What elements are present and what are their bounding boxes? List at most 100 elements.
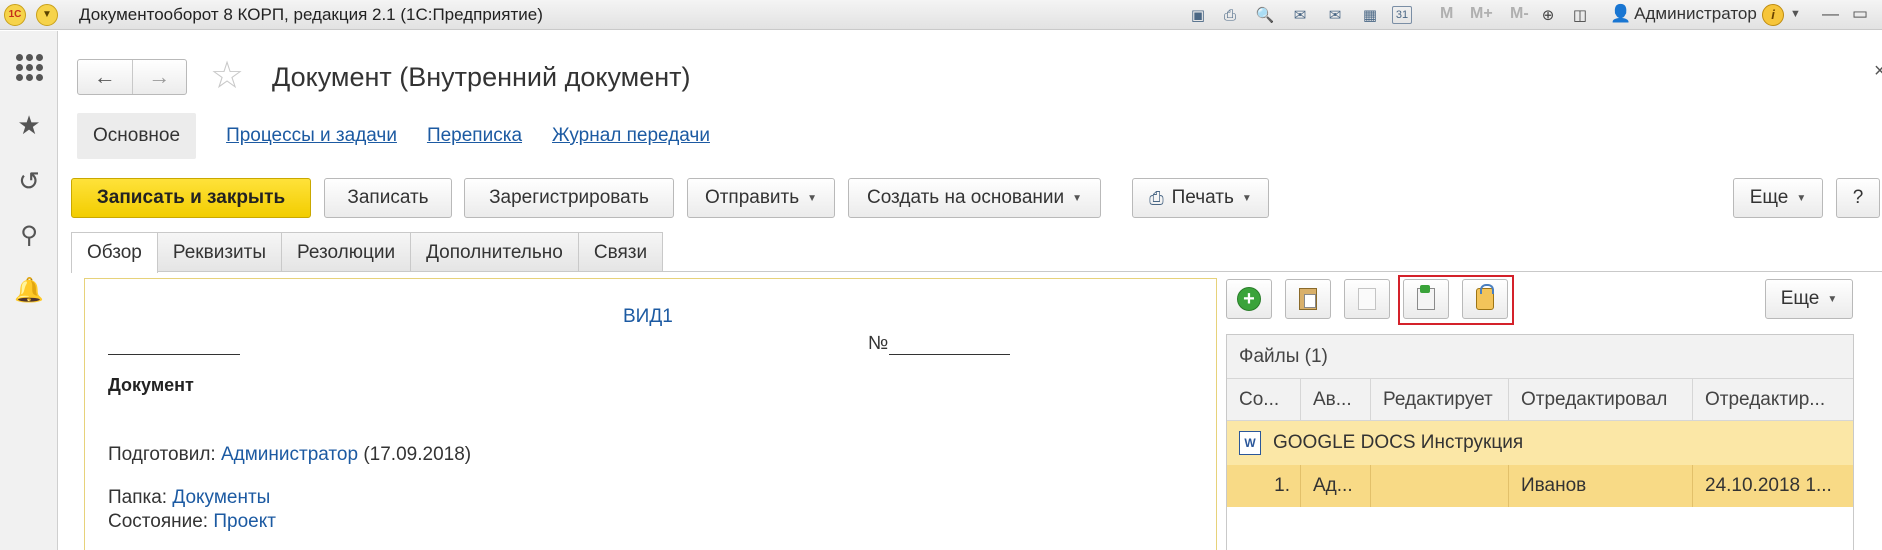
tab-requisites[interactable]: Реквизиты (156, 232, 282, 272)
register-button[interactable]: Зарегистрировать (464, 178, 674, 218)
table-cell: 1. (1227, 465, 1301, 507)
favorite-star-icon[interactable]: ☆ (210, 56, 244, 96)
tab-overview[interactable]: Обзор (71, 232, 158, 273)
apps-grid-icon[interactable] (13, 51, 45, 83)
add-file-button[interactable]: + (1226, 279, 1272, 319)
prepared-by-link[interactable]: Администратор (221, 444, 358, 465)
add-file-icon: + (1237, 287, 1261, 311)
app-title: Документооборот 8 КОРП, редакция 2.1 (1С… (79, 5, 543, 24)
create-based-button[interactable]: Создать на основании ▼ (848, 178, 1101, 218)
table-cell: 24.10.2018 1... (1705, 475, 1832, 496)
files-table-header: Со... Ав... Редактирует Отредактировал О… (1227, 379, 1853, 421)
state-label: Состояние: (108, 511, 209, 532)
file-icon (1358, 288, 1376, 310)
prepared-label: Подготовил: (108, 444, 216, 465)
column-header[interactable]: Отредактировал (1509, 379, 1693, 421)
register-label: Зарегистрировать (489, 187, 649, 208)
zoom-icon[interactable]: ⊕ (1538, 5, 1558, 25)
navigation-buttons: ← → (77, 59, 187, 95)
mail-upload-icon[interactable]: ✉ (1290, 5, 1310, 25)
column-header[interactable]: Со... (1227, 379, 1301, 421)
section-transfer-log[interactable]: Журнал передачи (552, 125, 710, 147)
column-header[interactable]: Ав... (1301, 379, 1371, 421)
app-logo-icon: 1С (4, 4, 26, 26)
calculator-icon[interactable]: ▦ (1360, 5, 1380, 25)
info-icon[interactable]: i (1762, 4, 1784, 26)
memory-button[interactable]: M (1440, 5, 1453, 23)
word-document-icon: W (1239, 431, 1261, 455)
number-label: № (868, 333, 889, 354)
document-kind-link[interactable]: ВИД1 (623, 306, 673, 328)
page-title: Документ (Внутренний документ) (272, 62, 691, 92)
table-cell: Иванов (1509, 465, 1693, 507)
create-based-label: Создать на основании (866, 187, 1065, 208)
file-button[interactable] (1344, 279, 1390, 319)
print-label: Печать (1171, 187, 1234, 208)
highlight-frame (1398, 275, 1514, 325)
history-icon[interactable]: ↺ (13, 165, 45, 197)
files-header: Файлы (1) (1227, 335, 1853, 379)
tab-links[interactable]: Связи (577, 232, 664, 272)
chevron-down-icon[interactable]: ▼ (1790, 8, 1801, 20)
tab-resolutions[interactable]: Резолюции (281, 232, 412, 272)
preview-icon[interactable]: 🔍 (1255, 5, 1275, 25)
chevron-down-icon: ▼ (1241, 192, 1252, 204)
column-header[interactable]: Отредактир... (1693, 379, 1853, 421)
files-more-label: Еще (1780, 288, 1820, 309)
search-icon[interactable]: ⚲ (13, 219, 45, 251)
print-icon[interactable]: ⎙ (1220, 5, 1240, 25)
help-button[interactable]: ? (1836, 178, 1880, 218)
chevron-down-icon: ▼ (1827, 293, 1838, 305)
state-link[interactable]: Проект (213, 511, 276, 532)
help-label: ? (1852, 187, 1864, 208)
table-cell: Ад... (1301, 465, 1371, 507)
section-processes[interactable]: Процессы и задачи (226, 125, 397, 147)
table-row[interactable]: 1. Ад... Иванов 24.10.2018 1... (1227, 465, 1853, 507)
save-and-close-label: Записать и закрыть (96, 187, 286, 208)
memory-plus-button[interactable]: M+ (1470, 5, 1493, 23)
close-icon[interactable]: × (1874, 60, 1882, 83)
section-main[interactable]: Основное (77, 113, 197, 159)
send-button[interactable]: Отправить ▼ (687, 178, 835, 218)
favorites-star-icon[interactable]: ★ (13, 109, 45, 141)
folder-label: Папка: (108, 487, 168, 508)
save-button[interactable]: Записать (324, 178, 452, 218)
maximize-icon[interactable]: ▭ (1852, 4, 1868, 24)
section-correspondence[interactable]: Переписка (427, 125, 522, 147)
chevron-down-icon: ▼ (807, 192, 818, 204)
tab-additional[interactable]: Дополнительно (410, 232, 579, 272)
prepared-row: Подготовил: Администратор (17.09.2018) (108, 444, 471, 466)
send-label: Отправить (704, 187, 800, 208)
chevron-down-icon: ▼ (1072, 192, 1083, 204)
save-label: Записать (347, 187, 429, 208)
window-titlebar: 1С ▼ Документооборот 8 КОРП, редакция 2.… (0, 0, 1882, 30)
minimize-icon[interactable]: — (1822, 4, 1839, 24)
folder-link[interactable]: Документы (172, 487, 270, 508)
paste-file-button[interactable] (1285, 279, 1331, 319)
more-button[interactable]: Еще ▼ (1733, 178, 1823, 218)
forward-arrow-icon[interactable]: → (133, 60, 187, 94)
state-row: Состояние: Проект (108, 511, 276, 533)
back-arrow-icon[interactable]: ← (78, 60, 133, 94)
print-button[interactable]: ⎙ Печать ▼ (1132, 178, 1269, 218)
printer-icon: ⎙ (1149, 187, 1164, 208)
save-icon[interactable]: ▣ (1188, 5, 1208, 25)
date-blank-line (108, 354, 240, 355)
file-group-name: GOOGLE DOCS Инструкция (1273, 432, 1524, 453)
number-blank-line (889, 354, 1010, 355)
notifications-bell-icon[interactable]: 🔔 (13, 274, 45, 306)
section-links: Основное Процессы и задачи Переписка Жур… (77, 113, 740, 159)
main-menu-icon[interactable]: ▼ (36, 4, 58, 26)
panels-icon[interactable]: ◫ (1570, 5, 1590, 25)
mail-download-icon[interactable]: ✉ (1325, 5, 1345, 25)
save-and-close-button[interactable]: Записать и закрыть (71, 178, 311, 218)
more-label: Еще (1749, 187, 1789, 208)
chevron-down-icon: ▼ (1796, 192, 1807, 204)
column-header[interactable]: Редактирует (1371, 379, 1509, 421)
memory-minus-button[interactable]: M- (1510, 5, 1529, 23)
calendar-icon[interactable]: 31 (1392, 6, 1412, 24)
current-user[interactable]: 👤 Администратор (1610, 4, 1757, 24)
form-tabs: Обзор Реквизиты Резолюции Дополнительно … (71, 232, 664, 273)
files-more-button[interactable]: Еще ▼ (1765, 279, 1853, 319)
table-row-group[interactable]: W GOOGLE DOCS Инструкция (1227, 421, 1853, 465)
